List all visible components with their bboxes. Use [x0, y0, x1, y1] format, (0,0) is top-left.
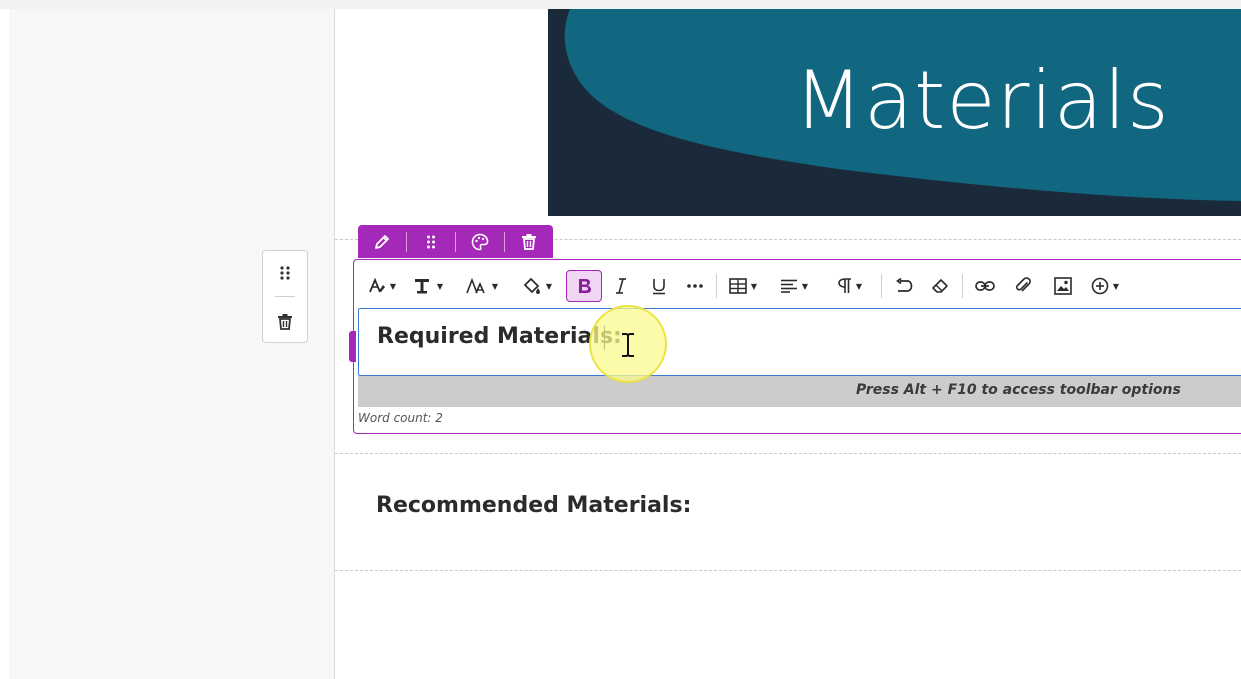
fill-color-button[interactable]: ▼ [510, 270, 564, 302]
image-icon [1054, 277, 1072, 295]
recommended-materials-heading[interactable]: Recommended Materials: [376, 493, 691, 518]
toolbar-hint-bar: Press Alt + F10 to access toolbar option… [358, 376, 1241, 407]
toolbar-separator [716, 274, 717, 298]
toolbar-separator [881, 274, 882, 298]
chevron-down-icon: ▼ [855, 281, 863, 291]
delete-block-button[interactable] [263, 301, 307, 341]
clear-formatting-button[interactable] [922, 270, 958, 302]
more-options-button[interactable] [678, 270, 712, 302]
bold-icon [579, 279, 591, 293]
style-block-button[interactable] [456, 225, 504, 258]
chevron-down-icon: ▼ [801, 281, 809, 291]
drag-grid-icon [427, 235, 435, 248]
text-style-button[interactable]: ▼ [362, 270, 402, 302]
toolbar-separator [962, 274, 963, 298]
trash-icon [278, 313, 292, 330]
insert-content-button[interactable]: ▼ [1083, 270, 1127, 302]
paragraph-button[interactable]: ▼ [823, 270, 877, 302]
align-icon [780, 279, 797, 293]
side-toolbox [262, 250, 308, 343]
undo-button[interactable] [886, 270, 922, 302]
block-divider [335, 453, 1241, 454]
chevron-down-icon: ▼ [545, 281, 553, 291]
word-count: Word count: 2 [358, 411, 443, 425]
font-family-icon [414, 279, 429, 294]
top-strip [0, 0, 1241, 9]
left-pane [9, 9, 335, 679]
delete-block-button[interactable] [505, 225, 553, 258]
editor-heading-text: Required Materials: [377, 324, 622, 349]
materials-banner-image: Materials [548, 9, 1241, 216]
banner-title: Materials [794, 54, 1170, 147]
font-size-button[interactable]: ▼ [454, 270, 510, 302]
paragraph-icon [838, 278, 851, 293]
bold-button[interactable] [566, 270, 602, 302]
fill-color-icon [523, 277, 540, 294]
chevron-down-icon: ▼ [750, 281, 758, 291]
text-cursor-icon [622, 333, 634, 357]
edit-block-button[interactable] [358, 225, 406, 258]
table-icon [729, 278, 747, 294]
align-button[interactable]: ▼ [765, 270, 823, 302]
italic-icon [616, 278, 626, 294]
chevron-down-icon: ▼ [436, 281, 444, 291]
attach-file-button[interactable] [1003, 270, 1043, 302]
side-toolbox-divider [275, 296, 295, 297]
text-style-icon [369, 277, 385, 293]
link-icon [975, 281, 995, 291]
font-family-button[interactable]: ▼ [402, 270, 454, 302]
insert-icon [1091, 277, 1109, 295]
pencil-icon [375, 234, 389, 249]
undo-icon [896, 278, 913, 292]
palette-icon [471, 233, 489, 250]
table-button[interactable]: ▼ [721, 270, 765, 302]
trash-icon [522, 234, 536, 250]
underline-icon [653, 279, 665, 295]
drag-handle-button[interactable] [263, 253, 307, 293]
attach-icon [1015, 277, 1031, 292]
more-icon [687, 284, 703, 288]
block-divider [335, 570, 1241, 571]
block-resize-handle[interactable] [349, 331, 356, 362]
italic-button[interactable] [602, 270, 640, 302]
underline-button[interactable] [640, 270, 678, 302]
chevron-down-icon: ▼ [491, 281, 499, 291]
format-toolbar: ▼ ▼ ▼ ▼ ▼ ▼ ▼ ▼ [358, 265, 1241, 307]
editor-content-area[interactable]: Required Materials: [358, 308, 1241, 376]
font-size-icon [466, 277, 485, 294]
toolbar-hint-text: Press Alt + F10 to access toolbar option… [856, 382, 1181, 398]
link-button[interactable] [967, 270, 1003, 302]
eraser-icon [932, 279, 948, 293]
drag-grid-icon [280, 266, 290, 280]
insert-image-button[interactable] [1043, 270, 1083, 302]
chevron-down-icon: ▼ [1112, 281, 1120, 291]
chevron-down-icon: ▼ [389, 281, 397, 291]
block-toolbar [358, 225, 553, 258]
move-block-button[interactable] [407, 225, 455, 258]
